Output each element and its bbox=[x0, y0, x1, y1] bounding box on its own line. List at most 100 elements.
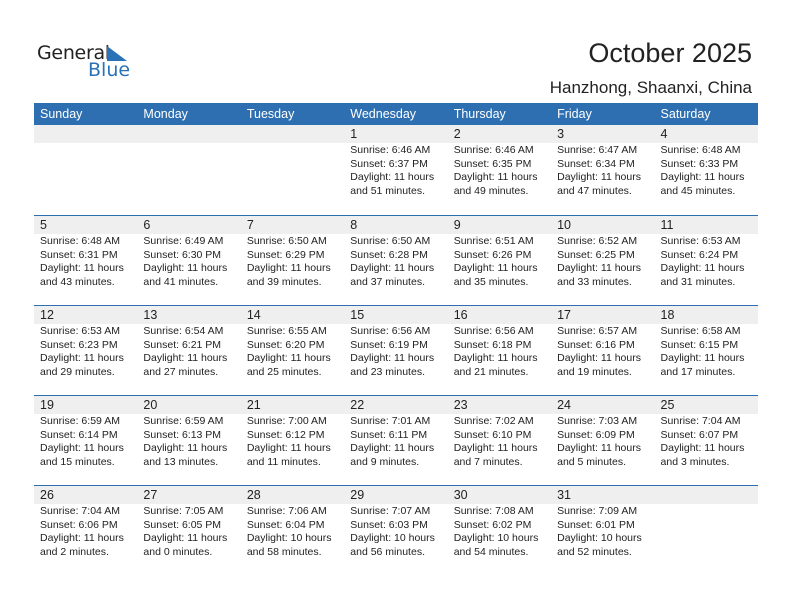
daylight-minutes-text: and 21 minutes. bbox=[453, 365, 529, 378]
empty-day-cell bbox=[655, 504, 758, 559]
week-row: 5 6 7 8 9 10 11 Sunrise: 6:48 AM Sunset: 6:31 PM… bbox=[34, 215, 758, 305]
daylight-text: Daylight: 11 hours bbox=[557, 352, 641, 365]
sunrise-text: Sunrise: 6:59 AM bbox=[40, 415, 120, 427]
sunrise-text: Sunrise: 6:46 AM bbox=[350, 144, 431, 156]
sunset-text: Sunset: 6:26 PM bbox=[453, 248, 532, 261]
page-title: October 2025 bbox=[588, 38, 752, 68]
day-cell: Sunrise: 7:09 AM Sunset: 6:01 PM Daylight:… bbox=[551, 504, 654, 559]
day-cell: Sunrise: 6:57 AM Sunset: 6:16 PM Daylight:… bbox=[551, 324, 654, 379]
day-details-row: Sunrise: 6:48 AM Sunset: 6:31 PM Daylight:… bbox=[34, 234, 758, 289]
day-number: 24 bbox=[557, 398, 572, 412]
sunset-text: Sunset: 6:02 PM bbox=[453, 518, 532, 531]
daylight-text: Daylight: 11 hours bbox=[453, 442, 538, 455]
sunrise-text: Sunrise: 7:08 AM bbox=[453, 505, 534, 517]
daylight-text: Daylight: 11 hours bbox=[40, 352, 124, 365]
daylight-text: Daylight: 11 hours bbox=[350, 442, 435, 455]
week-row: 1 2 3 4 Sunrise: 6:46 AM Sunset: 6:37 PM Dayli… bbox=[34, 125, 758, 215]
day-number: 14 bbox=[246, 308, 261, 322]
day-number-strip: 19 20 21 22 23 24 25 bbox=[34, 396, 758, 414]
weekday-friday: Friday bbox=[557, 107, 592, 121]
sunrise-text: Sunrise: 6:50 AM bbox=[350, 235, 431, 247]
day-cell: Sunrise: 6:50 AM Sunset: 6:29 PM Daylight:… bbox=[241, 234, 344, 289]
day-cell: Sunrise: 7:03 AM Sunset: 6:09 PM Daylight:… bbox=[551, 414, 654, 469]
daylight-minutes-text: and 41 minutes. bbox=[143, 275, 219, 288]
daylight-text: Daylight: 11 hours bbox=[660, 262, 745, 275]
sunrise-text: Sunrise: 6:55 AM bbox=[246, 325, 327, 337]
sunset-text: Sunset: 6:25 PM bbox=[557, 248, 635, 261]
day-cell: Sunrise: 6:59 AM Sunset: 6:14 PM Daylight:… bbox=[34, 414, 137, 469]
daylight-minutes-text: and 17 minutes. bbox=[660, 365, 736, 378]
daylight-minutes-text: and 33 minutes. bbox=[557, 275, 632, 288]
empty-day bbox=[34, 125, 137, 143]
weeks-container: 1 2 3 4 Sunrise: 6:46 AM Sunset: 6:37 PM Dayli… bbox=[34, 125, 758, 575]
day-cell: Sunrise: 7:06 AM Sunset: 6:04 PM Daylight:… bbox=[241, 504, 344, 559]
day-cell: Sunrise: 6:53 AM Sunset: 6:24 PM Daylight:… bbox=[655, 234, 758, 289]
daylight-minutes-text: and 25 minutes. bbox=[246, 365, 322, 378]
daylight-minutes-text: and 9 minutes. bbox=[350, 455, 420, 468]
sunrise-text: Sunrise: 6:58 AM bbox=[660, 325, 741, 337]
sunrise-text: Sunrise: 6:48 AM bbox=[660, 144, 741, 156]
daylight-text: Daylight: 11 hours bbox=[350, 352, 435, 365]
sunset-text: Sunset: 6:35 PM bbox=[453, 157, 532, 170]
day-number: 11 bbox=[660, 218, 674, 232]
daylight-text: Daylight: 11 hours bbox=[143, 532, 228, 545]
daylight-minutes-text: and 23 minutes. bbox=[350, 365, 425, 378]
sunrise-text: Sunrise: 6:50 AM bbox=[246, 235, 327, 247]
daylight-minutes-text: and 39 minutes. bbox=[246, 275, 322, 288]
sunset-text: Sunset: 6:16 PM bbox=[557, 338, 635, 351]
day-number: 25 bbox=[660, 398, 675, 412]
day-cell: Sunrise: 7:04 AM Sunset: 6:07 PM Daylight:… bbox=[655, 414, 758, 469]
sunrise-text: Sunrise: 7:07 AM bbox=[350, 505, 431, 517]
daylight-minutes-text: and 29 minutes. bbox=[40, 365, 115, 378]
daylight-text: Daylight: 10 hours bbox=[557, 532, 642, 545]
weekday-saturday: Saturday bbox=[660, 107, 711, 121]
daylight-minutes-text: and 58 minutes. bbox=[246, 545, 322, 558]
daylight-text: Daylight: 11 hours bbox=[660, 171, 745, 184]
empty-day-cell bbox=[137, 143, 240, 198]
day-cell: Sunrise: 6:50 AM Sunset: 6:28 PM Daylight:… bbox=[344, 234, 447, 289]
day-number: 17 bbox=[557, 308, 572, 322]
sunrise-text: Sunrise: 7:06 AM bbox=[246, 505, 327, 517]
daylight-text: Daylight: 11 hours bbox=[660, 352, 745, 365]
weekday-wednesday: Wednesday bbox=[350, 107, 417, 121]
daylight-text: Daylight: 11 hours bbox=[143, 262, 228, 275]
daylight-minutes-text: and 35 minutes. bbox=[453, 275, 529, 288]
day-number: 5 bbox=[40, 218, 47, 232]
sunrise-text: Sunrise: 6:52 AM bbox=[557, 235, 638, 247]
sunrise-text: Sunrise: 6:53 AM bbox=[40, 325, 120, 337]
day-number-strip: 26 27 28 29 30 31 bbox=[34, 486, 758, 504]
sunset-text: Sunset: 6:13 PM bbox=[143, 428, 222, 441]
week-row: 19 20 21 22 23 24 25 Sunrise: 6:59 AM Sunset: 6:… bbox=[34, 395, 758, 485]
sunset-text: Sunset: 6:19 PM bbox=[350, 338, 428, 351]
day-number: 31 bbox=[557, 488, 572, 502]
daylight-text: Daylight: 11 hours bbox=[246, 352, 331, 365]
day-details-row: Sunrise: 6:59 AM Sunset: 6:14 PM Daylight:… bbox=[34, 414, 758, 469]
day-cell: Sunrise: 7:00 AM Sunset: 6:12 PM Daylight:… bbox=[241, 414, 344, 469]
day-cell: Sunrise: 6:47 AM Sunset: 6:34 PM Daylight:… bbox=[551, 143, 654, 198]
sunset-text: Sunset: 6:24 PM bbox=[660, 248, 739, 261]
day-number-strip: 1 2 3 4 bbox=[34, 125, 758, 143]
day-cell: Sunrise: 6:56 AM Sunset: 6:18 PM Daylight:… bbox=[448, 324, 551, 379]
sunrise-text: Sunrise: 7:09 AM bbox=[557, 505, 638, 517]
day-number: 12 bbox=[40, 308, 54, 322]
day-number: 10 bbox=[557, 218, 572, 232]
sunset-text: Sunset: 6:29 PM bbox=[246, 248, 325, 261]
daylight-minutes-text: and 51 minutes. bbox=[350, 184, 425, 197]
daylight-minutes-text: and 3 minutes. bbox=[660, 455, 730, 468]
sunset-text: Sunset: 6:12 PM bbox=[246, 428, 325, 441]
sunset-text: Sunset: 6:06 PM bbox=[40, 518, 118, 531]
daylight-text: Daylight: 11 hours bbox=[453, 352, 538, 365]
empty-day bbox=[655, 486, 758, 504]
day-number: 3 bbox=[557, 127, 565, 141]
day-number: 2 bbox=[453, 127, 461, 141]
daylight-text: Daylight: 11 hours bbox=[453, 262, 538, 275]
sunset-text: Sunset: 6:28 PM bbox=[350, 248, 428, 261]
daylight-text: Daylight: 10 hours bbox=[350, 532, 435, 545]
sunrise-text: Sunrise: 6:51 AM bbox=[453, 235, 534, 247]
day-cell: Sunrise: 6:46 AM Sunset: 6:37 PM Daylight:… bbox=[344, 143, 447, 198]
calendar-grid: Sunday Monday Tuesday Wednesday Thursday… bbox=[34, 103, 758, 575]
daylight-text: Daylight: 10 hours bbox=[453, 532, 539, 545]
empty-day-cell bbox=[34, 143, 137, 198]
day-number: 26 bbox=[40, 488, 54, 502]
sunset-text: Sunset: 6:11 PM bbox=[350, 428, 428, 441]
